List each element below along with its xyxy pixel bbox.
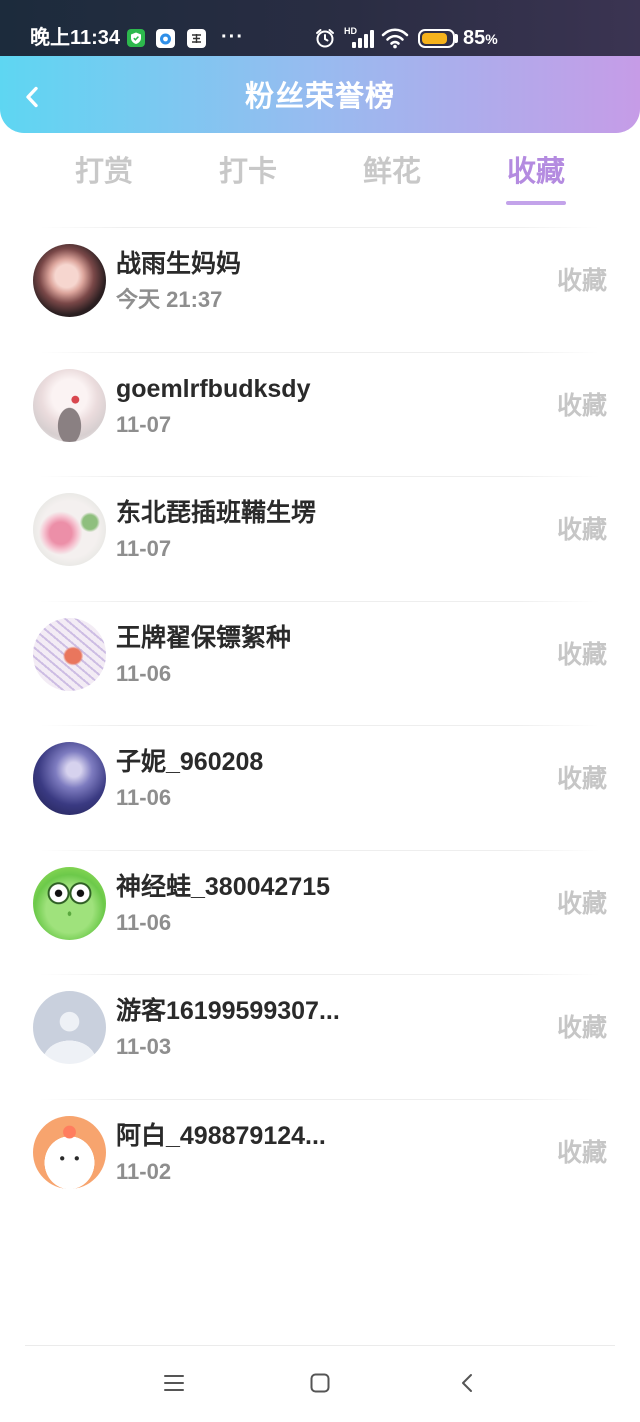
list-item[interactable]: 游客16199599307... 11-03 收藏 bbox=[0, 975, 640, 1100]
tab-checkin[interactable]: 打卡 bbox=[176, 133, 320, 227]
alarm-clock-icon bbox=[316, 29, 334, 48]
avatar[interactable] bbox=[33, 866, 106, 940]
more-notifications-indicator: ··· bbox=[221, 26, 244, 48]
action-type-label: 收藏 bbox=[556, 516, 607, 544]
fan-name: 东北琵插班鞴生塄 bbox=[116, 499, 317, 527]
avatar[interactable] bbox=[33, 617, 106, 691]
shield-icon bbox=[127, 29, 145, 47]
page-title: 粉丝荣誉榜 bbox=[244, 81, 395, 113]
action-type-label: 收藏 bbox=[556, 1014, 607, 1042]
battery-track bbox=[422, 33, 451, 44]
avatar[interactable] bbox=[33, 1115, 106, 1189]
tab-flowers[interactable]: 鲜花 bbox=[320, 133, 464, 227]
fan-time: 11-06 bbox=[116, 660, 172, 686]
avatar[interactable] bbox=[33, 991, 106, 1064]
battery-icon bbox=[418, 29, 455, 48]
avatar[interactable] bbox=[33, 493, 106, 566]
fan-name: 阿白_498879124... bbox=[116, 1121, 326, 1150]
battery-unit: % bbox=[485, 31, 498, 47]
action-type-label: 收藏 bbox=[556, 640, 607, 669]
battery-percent: 85% bbox=[463, 24, 498, 54]
action-type-label: 收藏 bbox=[556, 1138, 607, 1167]
fan-name: 王牌翟保镖絮种 bbox=[116, 623, 292, 652]
fan-time: 11-02 bbox=[116, 1158, 172, 1184]
action-type-label: 收藏 bbox=[556, 765, 607, 793]
fan-name: 子妮_960208 bbox=[116, 748, 264, 776]
back-chevron-icon[interactable] bbox=[461, 1373, 473, 1393]
fan-name: 战雨生妈妈 bbox=[116, 250, 242, 278]
fan-time: 11-06 bbox=[116, 785, 172, 810]
system-nav-bar bbox=[0, 1345, 640, 1422]
fan-name: 游客16199599307... bbox=[116, 997, 340, 1025]
list-item[interactable]: 阿白_498879124... 11-02 收藏 bbox=[0, 1100, 640, 1225]
tab-favorites[interactable]: 收藏 bbox=[464, 133, 608, 227]
app-icon bbox=[187, 29, 206, 48]
fan-list: 战雨生妈妈 今天 21:37 收藏 goemlrfbudksdy 11-07 收… bbox=[0, 228, 640, 1224]
fan-time: 11-06 bbox=[116, 909, 172, 935]
list-item[interactable]: goemlrfbudksdy 11-07 收藏 bbox=[0, 353, 640, 477]
tab-active-indicator bbox=[506, 201, 566, 205]
nav-divider bbox=[25, 1345, 615, 1346]
list-item[interactable]: 战雨生妈妈 今天 21:37 收藏 bbox=[0, 228, 640, 353]
list-item[interactable]: 东北琵插班鞴生塄 11-07 收藏 bbox=[0, 477, 640, 602]
signal-bars-icon bbox=[352, 30, 374, 48]
battery-fill bbox=[422, 33, 447, 44]
tab-label: 鲜花 bbox=[362, 156, 421, 188]
fan-time: 11-03 bbox=[116, 1034, 172, 1059]
action-type-label: 收藏 bbox=[556, 889, 607, 918]
tab-label: 打赏 bbox=[74, 156, 133, 188]
avatar[interactable] bbox=[33, 244, 106, 317]
action-type-label: 收藏 bbox=[556, 391, 607, 420]
fan-name: 神经蛙_380042715 bbox=[116, 872, 331, 901]
cellular-signal-icon: HD bbox=[343, 26, 375, 50]
home-square-icon[interactable] bbox=[310, 1373, 330, 1393]
action-type-label: 收藏 bbox=[556, 267, 607, 295]
tab-bar: 打赏 打卡 鲜花 收藏 bbox=[32, 133, 608, 227]
battery-tip bbox=[455, 34, 458, 43]
tab-label: 收藏 bbox=[506, 156, 565, 188]
app-icon bbox=[156, 29, 175, 48]
fan-time: 今天 21:37 bbox=[116, 287, 223, 312]
fan-name: goemlrfbudksdy bbox=[116, 374, 311, 403]
list-item[interactable]: 子妮_960208 11-06 收藏 bbox=[0, 726, 640, 851]
status-time: 晚上11:34 bbox=[30, 27, 121, 49]
avatar[interactable] bbox=[33, 742, 106, 815]
menu-icon[interactable] bbox=[164, 1374, 184, 1392]
avatar[interactable] bbox=[33, 368, 106, 442]
fan-time: 11-07 bbox=[116, 411, 172, 437]
status-bar: 晚上11:34 ··· HD 85% bbox=[0, 0, 640, 56]
list-item[interactable]: 王牌翟保镖絮种 11-06 收藏 bbox=[0, 602, 640, 726]
tab-label: 打卡 bbox=[218, 156, 277, 188]
battery-value: 85 bbox=[463, 27, 486, 49]
app-header: 粉丝荣誉榜 bbox=[0, 56, 640, 133]
list-item[interactable]: 神经蛙_380042715 11-06 收藏 bbox=[0, 851, 640, 975]
fan-time: 11-07 bbox=[116, 536, 172, 561]
tab-reward[interactable]: 打赏 bbox=[32, 133, 176, 227]
wifi-icon bbox=[381, 28, 409, 49]
